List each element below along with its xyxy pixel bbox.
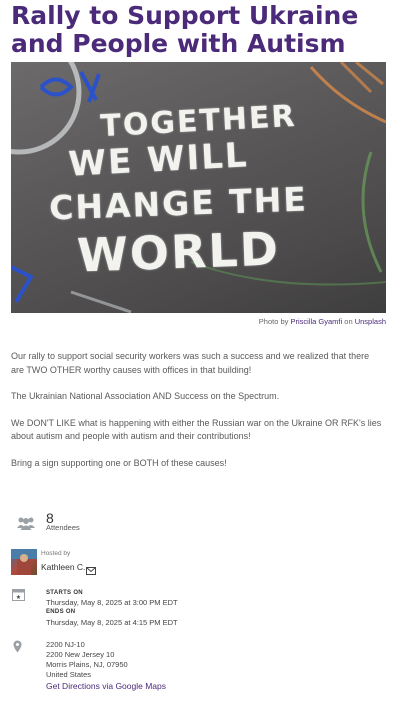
- ends-on-label: ENDS ON: [46, 609, 76, 615]
- calendar-icon: ★: [12, 588, 25, 606]
- get-directions-link[interactable]: Get Directions via Google Maps: [46, 681, 166, 691]
- photo-credit: Photo by Priscilla Gyamfi on Unsplash: [259, 317, 386, 326]
- host-name[interactable]: Kathleen C.: [41, 562, 85, 572]
- attendee-label: Attendees: [46, 523, 80, 532]
- event-title: Rally to Support Ukraine and People with…: [11, 1, 359, 58]
- address-line: United States: [46, 670, 92, 679]
- hosted-by-label: Hosted by: [41, 550, 71, 557]
- ends-on-value: Thursday, May 8, 2025 at 4:15 PM EDT: [46, 618, 178, 627]
- host-avatar[interactable]: [11, 549, 37, 575]
- description-paragraph: The Ukrainian National Association AND S…: [11, 391, 280, 401]
- photo-credit-on: on: [344, 317, 353, 326]
- description-paragraph: We DON'T LIKE what is happening with eit…: [11, 417, 382, 442]
- address-line: 2200 New Jersey 10: [46, 650, 115, 659]
- description-paragraph: Our rally to support social security wor…: [11, 351, 370, 375]
- photo-source-link[interactable]: Unsplash: [355, 317, 386, 326]
- description-paragraph: Bring a sign supporting one or BOTH of t…: [11, 457, 227, 468]
- event-description: Our rally to support social security wor…: [11, 350, 383, 483]
- address-line: Morris Plains, NJ, 07950: [46, 660, 128, 669]
- starts-on-label: STARTS ON: [46, 590, 83, 596]
- photo-credit-prefix: Photo by: [258, 317, 289, 326]
- event-image: TOGETHER WE WILL CHANGE THE WORLD: [11, 62, 386, 313]
- address-line: 2200 NJ-10: [46, 640, 85, 649]
- mail-icon[interactable]: [86, 562, 96, 580]
- starts-on-value: Thursday, May 8, 2025 at 3:00 PM EDT: [46, 598, 178, 607]
- svg-text:★: ★: [16, 594, 21, 601]
- people-icon: [16, 515, 36, 536]
- photo-author-link[interactable]: Priscilla Gyamfi: [291, 317, 343, 326]
- map-pin-icon: [13, 640, 22, 658]
